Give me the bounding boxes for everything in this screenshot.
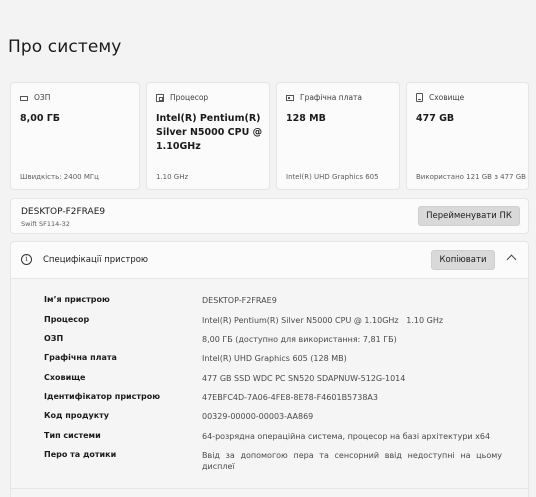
spec-key: ОЗП: [44, 334, 64, 343]
spec-key: Ім’я пристрою: [44, 295, 110, 304]
spec-key: Процесор: [44, 315, 90, 324]
spec-key: Перо та дотики: [44, 450, 117, 459]
spec-key: Тип системи: [44, 431, 101, 440]
device-specs-title: Специфікації пристрою: [43, 255, 149, 265]
storage-icon: [416, 93, 423, 102]
ram-icon: [20, 96, 28, 101]
device-name-bar: DESKTOP-F2FRAE9 Swift SF114-32 Переймену…: [10, 198, 529, 234]
spec-key: Графічна плата: [44, 353, 117, 362]
hardware-summary-cards: ОЗП 8,00 ГБ Швидкість: 2400 МГц Процесор…: [10, 82, 529, 190]
card-label: Процесор: [170, 93, 209, 102]
card-value: 128 MB: [286, 113, 326, 124]
card-label: Графічна плата: [300, 93, 362, 102]
spec-value: 47EBFC4D-7A06-4FE8-8E78-F4601B5738A3: [202, 393, 378, 402]
processor-card: Процесор Intel(R) Pentium(R) Silver N500…: [146, 82, 270, 190]
device-model: Swift SF114-32: [21, 220, 70, 228]
ram-card: ОЗП 8,00 ГБ Швидкість: 2400 МГц: [10, 82, 140, 190]
chevron-up-icon[interactable]: [506, 254, 517, 265]
spec-value: 477 GB SSD WDC PC SN520 SDAPNUW-512G-101…: [202, 374, 406, 383]
card-label: ОЗП: [34, 93, 51, 102]
spec-value: Intel(R) UHD Graphics 605 (128 MB): [202, 354, 347, 363]
page-title: Про систему: [8, 37, 122, 57]
copy-button[interactable]: Копіювати: [431, 250, 495, 270]
card-value: 477 GB: [416, 113, 455, 124]
card-subtext: Швидкість: 2400 МГц: [20, 173, 99, 181]
spec-value: 64-розрядна операційна система, процесор…: [202, 432, 491, 441]
spec-value: Ввід за допомогою пера та сенсорний ввід…: [202, 451, 502, 471]
graphics-card-icon: [286, 94, 294, 101]
storage-card: Сховище 477 GB Використано 121 GB з 477 …: [406, 82, 529, 190]
spec-value: Intel(R) Pentium(R) Silver N5000 CPU @ 1…: [202, 316, 444, 325]
card-subtext: Intel(R) UHD Graphics 605: [286, 173, 379, 181]
spec-key: Код продукту: [44, 411, 109, 420]
device-specs-header[interactable]: i Специфікації пристрою Копіювати: [10, 241, 529, 279]
card-value: Intel(R) Pentium(R) Silver N5000 CPU @ 1…: [156, 113, 263, 152]
card-subtext: Використано 121 GB з 477 GB: [416, 173, 526, 181]
divider: [10, 488, 529, 489]
rename-pc-button[interactable]: Перейменувати ПК: [418, 206, 520, 226]
spec-value: 8,00 ГБ (доступно для використання: 7,81…: [202, 335, 397, 344]
processor-icon: [156, 93, 164, 102]
spec-key: Сховище: [44, 373, 86, 382]
card-label: Сховище: [429, 93, 465, 102]
device-specs-body: Ім’я пристрою DESKTOP-F2FRAE9 Процесор I…: [10, 279, 529, 497]
spec-key: Ідентифікатор пристрою: [44, 392, 161, 401]
graphics-card-card: Графічна плата 128 MB Intel(R) UHD Graph…: [276, 82, 400, 190]
spec-value: DESKTOP-F2FRAE9: [202, 296, 277, 305]
info-icon: i: [21, 254, 32, 265]
device-name: DESKTOP-F2FRAE9: [21, 207, 106, 217]
card-subtext: 1.10 GHz: [156, 173, 189, 181]
spec-value: 00329-00000-00003-AA869: [202, 412, 314, 421]
card-value: 8,00 ГБ: [20, 113, 61, 124]
